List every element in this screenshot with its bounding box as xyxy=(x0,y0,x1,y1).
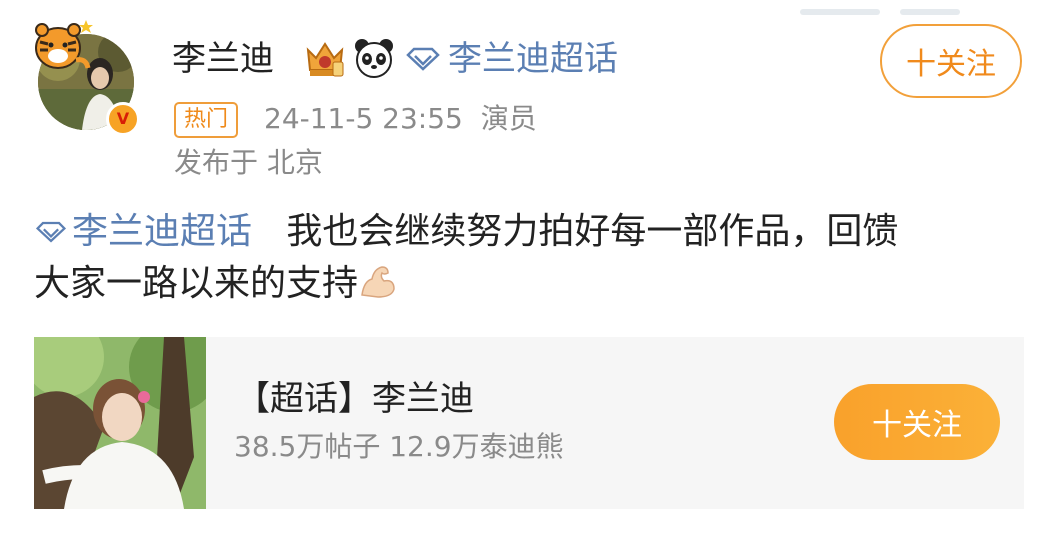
post-meta: 24-11-5 23:55 演员 xyxy=(264,100,537,138)
username[interactable]: 李兰迪 xyxy=(172,36,274,82)
chaohua-link-label: 李兰迪超话 xyxy=(448,39,618,79)
diamond-icon xyxy=(35,221,67,243)
timestamp: 24-11-5 23:55 xyxy=(264,102,463,135)
post-text-line2: 大家一路以来的支持 xyxy=(34,263,359,304)
hot-badge: 热门 xyxy=(174,102,239,138)
card-title: 【超话】李兰迪 xyxy=(236,379,474,419)
topic-link[interactable]: 李兰迪超话 xyxy=(34,206,252,258)
crown-badge-icon[interactable] xyxy=(302,36,348,82)
verified-v-icon: V xyxy=(106,102,140,136)
chaohua-link[interactable]: 李兰迪超话 xyxy=(404,36,618,82)
card-photo xyxy=(34,337,206,509)
post-location: 发布于 北京 xyxy=(174,146,323,179)
post-content: 李兰迪超话 我也会继续努力拍好每一部作品，回馈 大家一路以来的支持 xyxy=(34,206,1024,310)
card-stats: 38.5万帖子 12.9万泰迪熊 xyxy=(234,430,564,463)
panda-icon[interactable] xyxy=(352,36,396,80)
top-edge-fade xyxy=(800,0,1000,15)
super-topic-card[interactable]: 【超话】李兰迪 38.5万帖子 12.9万泰迪熊 十关注 xyxy=(34,337,1024,509)
card-image[interactable] xyxy=(34,337,206,509)
diamond-icon xyxy=(406,47,440,71)
post-text-line1: 我也会继续努力拍好每一部作品，回馈 xyxy=(286,211,899,252)
avatar-group[interactable]: V xyxy=(30,16,142,136)
card-follow-button[interactable]: 十关注 xyxy=(834,384,1000,460)
topic-label: 李兰迪超话 xyxy=(72,211,253,252)
follow-button[interactable]: 十关注 xyxy=(880,24,1022,98)
flexed-bicep-icon xyxy=(361,266,395,298)
tiger-sticker-icon xyxy=(35,20,93,69)
user-role: 演员 xyxy=(480,102,537,135)
